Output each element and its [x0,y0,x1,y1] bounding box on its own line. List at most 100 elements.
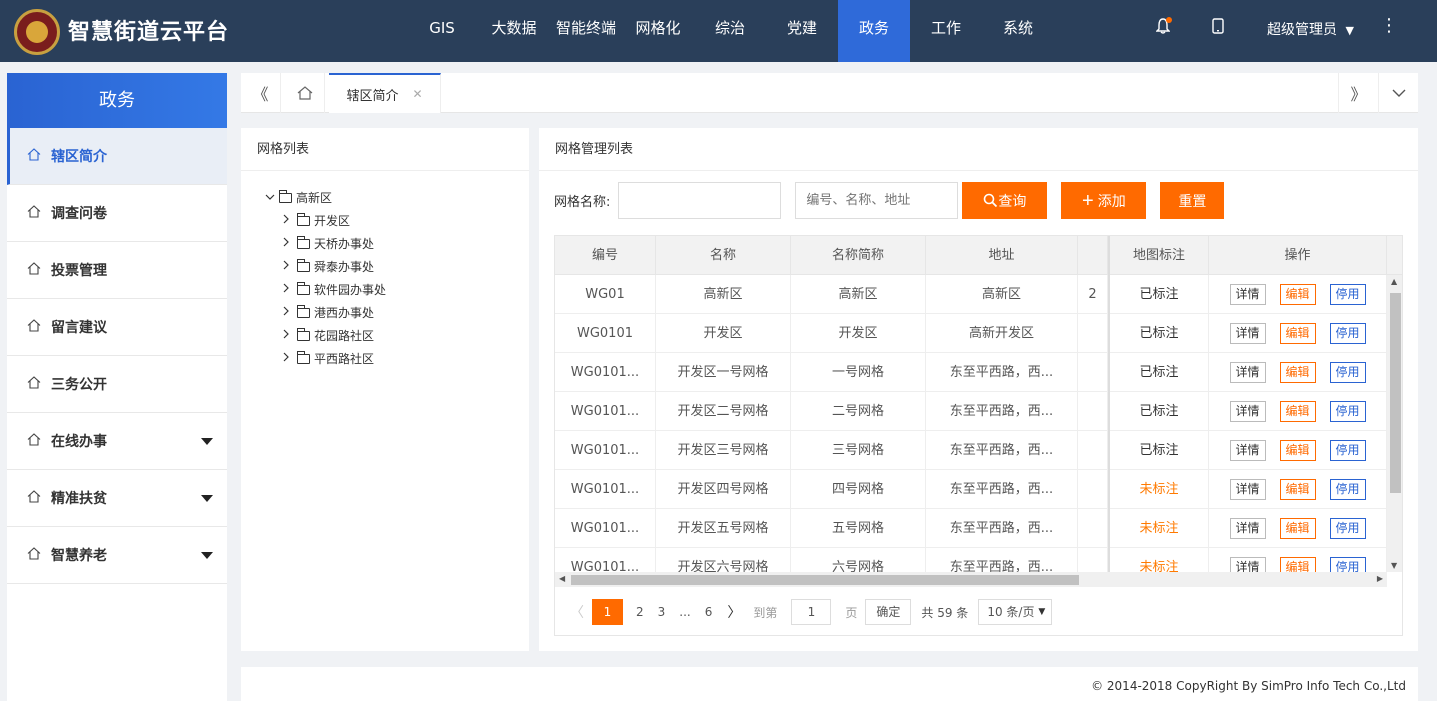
detail-button[interactable]: 详情 [1229,479,1266,500]
tab-active[interactable]: 辖区简介 ✕ [329,73,441,113]
page-current[interactable]: 1 [592,599,623,625]
vertical-scrollbar[interactable]: ▲ ▼ [1387,275,1402,572]
query-button[interactable]: 查询 [962,182,1048,219]
disable-button[interactable]: 停用 [1329,284,1366,305]
tree-node[interactable]: 平西路社区 [283,347,386,370]
scroll-right-icon[interactable]: 》 [1338,73,1378,113]
detail-button[interactable]: 详情 [1229,401,1266,422]
page-link[interactable]: 2 [636,605,644,619]
page-link[interactable]: 6 [705,605,713,619]
nav-item[interactable]: GIS [406,0,478,62]
chevron-right-icon[interactable] [283,237,295,250]
chevron-right-icon[interactable] [283,352,295,365]
chevron-right-icon[interactable] [283,329,295,342]
reset-button[interactable]: 重置 [1160,182,1225,219]
tree-node[interactable]: 开发区 [283,209,386,232]
edit-button[interactable]: 编辑 [1279,518,1316,539]
sidebar-item[interactable]: 投票管理 [7,242,227,299]
sidebar-item[interactable]: 智慧养老 [7,527,227,584]
nav-item[interactable]: 工作 [910,0,982,62]
detail-button[interactable]: 详情 [1229,323,1266,344]
scroll-right-icon[interactable]: ▶ [1377,574,1383,583]
chevron-right-icon[interactable] [283,306,295,319]
sidebar-item[interactable]: 在线办事 [7,413,227,470]
edit-button[interactable]: 编辑 [1279,479,1316,500]
search-input[interactable] [795,182,959,219]
tree-node[interactable]: 天桥办事处 [283,232,386,255]
add-button[interactable]: + 添加 [1061,182,1147,219]
table-cell: WG0101 [555,314,656,353]
edit-button[interactable]: 编辑 [1279,323,1316,344]
table-row[interactable]: WG0101... 开发区一号网格 一号网格 东至平西路，西... 已标注 详情 编辑 停用 [555,353,1387,392]
disable-button[interactable]: 停用 [1329,323,1366,344]
scroll-down-icon[interactable]: ▼ [1391,561,1397,570]
detail-button[interactable]: 详情 [1229,284,1266,305]
scroll-left-icon[interactable]: 《 [241,73,281,113]
edit-button[interactable]: 编辑 [1279,284,1316,305]
table-cell: 一号网格 [791,353,926,392]
confirm-button[interactable]: 确定 [865,599,912,625]
sidebar-item[interactable]: 精准扶贫 [7,470,227,527]
scrollbar-thumb[interactable] [1390,293,1401,493]
disable-button[interactable]: 停用 [1329,518,1366,539]
user-menu[interactable]: 超级管理员 ▼ [1267,19,1354,39]
close-icon[interactable]: ✕ [412,87,422,101]
nav-item[interactable]: 智能终端 [550,0,622,62]
chevron-right-icon[interactable] [283,283,295,296]
nav-item[interactable]: 综治 [694,0,766,62]
detail-button[interactable]: 详情 [1229,362,1266,383]
edit-button[interactable]: 编辑 [1279,401,1316,422]
nav-item[interactable]: 系统 [982,0,1054,62]
tree-node-label: 软件园办事处 [314,283,387,297]
chevron-right-icon[interactable] [283,260,295,273]
caret-down-icon [201,438,213,445]
nav-item[interactable]: 党建 [766,0,838,62]
table-cell [1078,314,1108,353]
horizontal-scrollbar[interactable]: ◀ ▶ [555,572,1387,587]
detail-button[interactable]: 详情 [1229,440,1266,461]
nav-item[interactable]: 大数据 [478,0,550,62]
disable-button[interactable]: 停用 [1329,362,1366,383]
tree-node[interactable]: 花园路社区 [283,324,386,347]
table-row[interactable]: WG01 高新区 高新区 高新区 2 已标注 详情 编辑 停用 [555,275,1387,314]
disable-button[interactable]: 停用 [1329,479,1366,500]
sidebar-item[interactable]: 辖区简介 [7,128,227,185]
prev-page-icon[interactable]: 〈 [570,602,584,622]
tablet-icon[interactable] [1212,18,1224,38]
sidebar-item-label: 调查问卷 [51,206,107,222]
nav-item[interactable]: 政务 [838,0,910,62]
tree-node[interactable]: 舜泰办事处 [283,255,386,278]
more-vertical-icon[interactable]: ⋮ [1380,15,1398,36]
tree-node[interactable]: 港西办事处 [283,301,386,324]
chevron-right-icon[interactable] [283,214,295,227]
sidebar-item[interactable]: 留言建议 [7,299,227,356]
page-size-select[interactable]: 10 条/页 ▼ [978,599,1053,625]
goto-page-input[interactable]: 1 [791,599,832,625]
chevron-down-icon[interactable] [1378,73,1418,113]
table-row[interactable]: WG0101... 开发区三号网格 三号网格 东至平西路，西... 已标注 详情 编辑 停用 [555,431,1387,470]
table-row[interactable]: WG0101... 开发区四号网格 四号网格 东至平西路，西... 未标注 详情 编辑 停用 [555,470,1387,509]
nav-item[interactable]: 网格化 [622,0,694,62]
edit-button[interactable]: 编辑 [1279,362,1316,383]
tree-node-label: 开发区 [314,214,351,228]
edit-button[interactable]: 编辑 [1279,440,1316,461]
sidebar-item[interactable]: 调查问卷 [7,185,227,242]
disable-button[interactable]: 停用 [1329,440,1366,461]
page-link[interactable]: 3 [658,605,666,619]
table-row[interactable]: WG0101 开发区 开发区 高新开发区 已标注 详情 编辑 停用 [555,314,1387,353]
next-page-icon[interactable]: 〉 [727,602,741,622]
home-icon[interactable] [285,73,325,113]
disable-button[interactable]: 停用 [1329,401,1366,422]
chevron-down-icon[interactable] [265,192,277,203]
scroll-left-icon[interactable]: ◀ [559,574,565,583]
table-row[interactable]: WG0101... 开发区二号网格 二号网格 东至平西路，西... 已标注 详情 编辑 停用 [555,392,1387,431]
scrollbar-thumb[interactable] [571,575,1079,585]
sidebar-item[interactable]: 三务公开 [7,356,227,413]
detail-button[interactable]: 详情 [1229,518,1266,539]
tab-label: 辖区简介 [346,88,399,104]
table-row[interactable]: WG0101... 开发区五号网格 五号网格 东至平西路，西... 未标注 详情 编辑 停用 [555,509,1387,548]
grid-name-input[interactable] [618,182,782,219]
tree-node[interactable]: 软件园办事处 [283,278,386,301]
scroll-up-icon[interactable]: ▲ [1391,277,1397,286]
tree-root[interactable]: 高新区 [265,186,386,209]
